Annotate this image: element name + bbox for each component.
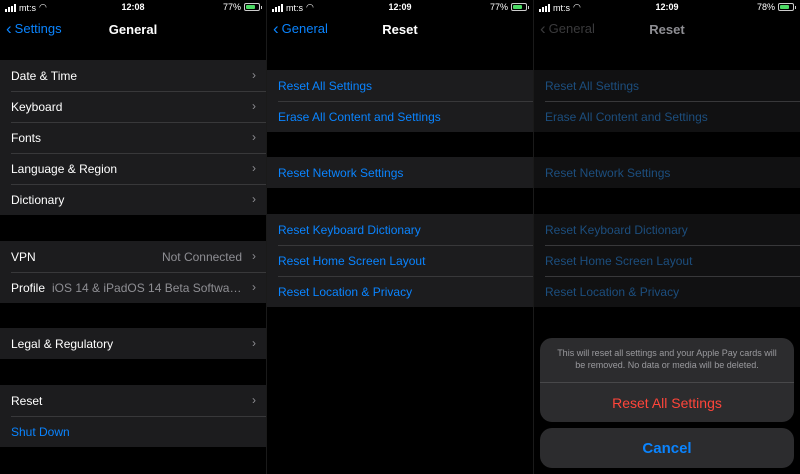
vpn-status: Not Connected xyxy=(161,249,242,264)
row-reset-home-screen-layout[interactable]: Reset Home Screen Layout xyxy=(267,245,533,276)
page-title: General xyxy=(108,22,158,37)
row-label: Erase All Content and Settings xyxy=(545,109,708,124)
row-label: VPN xyxy=(11,249,36,264)
row-label: Erase All Content and Settings xyxy=(278,109,441,124)
action-sheet: This will reset all settings and your Ap… xyxy=(540,338,794,422)
row-label: Reset Keyboard Dictionary xyxy=(545,222,688,237)
row-erase-all-content[interactable]: Erase All Content and Settings xyxy=(267,101,533,132)
chevron-right-icon: › xyxy=(252,280,256,294)
chevron-right-icon: › xyxy=(252,161,256,175)
chevron-right-icon: › xyxy=(252,249,256,263)
status-bar: mt:s ◠ 12:08 77% xyxy=(0,0,266,14)
row-reset-network-settings: Reset Network Settings xyxy=(534,157,800,188)
status-bar: mt:s ◠ 12:09 78% xyxy=(534,0,800,14)
navigation-bar: ‹ General Reset xyxy=(534,14,800,46)
row-reset-all-settings[interactable]: Reset All Settings xyxy=(267,70,533,101)
battery-icon xyxy=(244,3,262,11)
chevron-right-icon: › xyxy=(252,336,256,350)
reset-confirm-screen: mt:s ◠ 12:09 78% ‹ General Reset Reset A… xyxy=(534,0,800,474)
settings-group-network: VPN Not Connected › Profile iOS 14 & iPadOS… xyxy=(0,241,266,303)
action-sheet-message: This will reset all settings and your Ap… xyxy=(557,348,777,370)
settings-group-legal: Legal & Regulatory › xyxy=(0,328,266,359)
row-reset-home-screen-layout: Reset Home Screen Layout xyxy=(534,245,800,276)
row-label: Reset Home Screen Layout xyxy=(278,253,426,268)
battery-percent: 77% xyxy=(222,2,241,12)
row-dictionary[interactable]: Dictionary › xyxy=(0,184,266,215)
row-shut-down[interactable]: Shut Down xyxy=(0,416,266,447)
row-label: Reset All Settings xyxy=(545,78,640,93)
reset-group-network: Reset Network Settings xyxy=(534,157,800,188)
battery-percent: 77% xyxy=(489,2,508,12)
row-reset-location-privacy[interactable]: Reset Location & Privacy xyxy=(267,276,533,307)
battery-icon xyxy=(778,3,796,11)
reset-group-misc: Reset Keyboard Dictionary Reset Home Scr… xyxy=(267,214,533,307)
chevron-right-icon: › xyxy=(252,393,256,407)
row-label: Profile xyxy=(11,280,46,295)
general-screen: mt:s ◠ 12:08 77% ‹ Settings General Date… xyxy=(0,0,266,474)
row-legal-regulatory[interactable]: Legal & Regulatory › xyxy=(0,328,266,359)
row-label: Reset Keyboard Dictionary xyxy=(278,222,421,237)
reset-all-settings-button[interactable]: Reset All Settings xyxy=(540,382,794,422)
profile-name: iOS 14 & iPadOS 14 Beta Software Profile xyxy=(52,280,242,295)
reset-screen: mt:s ◠ 12:09 77% ‹ General Reset Reset A… xyxy=(267,0,533,474)
settings-group-reset: Reset › Shut Down xyxy=(0,385,266,447)
navigation-bar: ‹ General Reset xyxy=(267,14,533,46)
row-date-time[interactable]: Date & Time › xyxy=(0,60,266,91)
row-reset-keyboard-dictionary[interactable]: Reset Keyboard Dictionary xyxy=(267,214,533,245)
row-vpn[interactable]: VPN Not Connected › xyxy=(0,241,266,272)
battery-percent: 78% xyxy=(756,2,775,12)
row-label: Reset Location & Privacy xyxy=(545,284,680,299)
reset-group-settings: Reset All Settings Erase All Content and… xyxy=(267,70,533,132)
row-label: Dictionary xyxy=(11,192,65,207)
row-label: Language & Region xyxy=(11,161,118,176)
reset-group-network: Reset Network Settings xyxy=(267,157,533,188)
row-label: Legal & Regulatory xyxy=(11,336,114,351)
row-label: Reset All Settings xyxy=(278,78,373,93)
chevron-right-icon: › xyxy=(252,192,256,206)
row-erase-all-content: Erase All Content and Settings xyxy=(534,101,800,132)
row-reset-all-settings: Reset All Settings xyxy=(534,70,800,101)
row-reset-network-settings[interactable]: Reset Network Settings xyxy=(267,157,533,188)
row-label: Reset Home Screen Layout xyxy=(545,253,693,268)
row-label: Date & Time xyxy=(11,68,78,83)
row-label: Reset Network Settings xyxy=(545,165,671,180)
battery-icon xyxy=(511,3,529,11)
row-language-region[interactable]: Language & Region › xyxy=(0,153,266,184)
settings-group-general: Date & Time › Keyboard › Fonts › Language &… xyxy=(0,60,266,215)
chevron-right-icon: › xyxy=(252,130,256,144)
reset-group-misc: Reset Keyboard Dictionary Reset Home Scr… xyxy=(534,214,800,307)
page-title: Reset xyxy=(382,22,418,37)
row-label: Keyboard xyxy=(11,99,63,114)
row-profile[interactable]: Profile iOS 14 & iPadOS 14 Beta Software … xyxy=(0,272,266,303)
cancel-button[interactable]: Cancel xyxy=(540,428,794,468)
row-label: Reset xyxy=(11,393,43,408)
status-bar: mt:s ◠ 12:09 77% xyxy=(267,0,533,14)
chevron-right-icon: › xyxy=(252,99,256,113)
page-title: Reset xyxy=(649,22,685,37)
row-reset-location-privacy: Reset Location & Privacy xyxy=(534,276,800,307)
row-reset-keyboard-dictionary: Reset Keyboard Dictionary xyxy=(534,214,800,245)
row-label: Reset Location & Privacy xyxy=(278,284,413,299)
row-label: Reset Network Settings xyxy=(278,165,404,180)
chevron-right-icon: › xyxy=(252,68,256,82)
reset-group-settings: Reset All Settings Erase All Content and… xyxy=(534,70,800,132)
row-label: Fonts xyxy=(11,130,42,145)
navigation-bar: ‹ Settings General xyxy=(0,14,266,46)
row-fonts[interactable]: Fonts › xyxy=(0,122,266,153)
row-keyboard[interactable]: Keyboard › xyxy=(0,91,266,122)
row-reset[interactable]: Reset › xyxy=(0,385,266,416)
row-label: Shut Down xyxy=(11,424,70,439)
